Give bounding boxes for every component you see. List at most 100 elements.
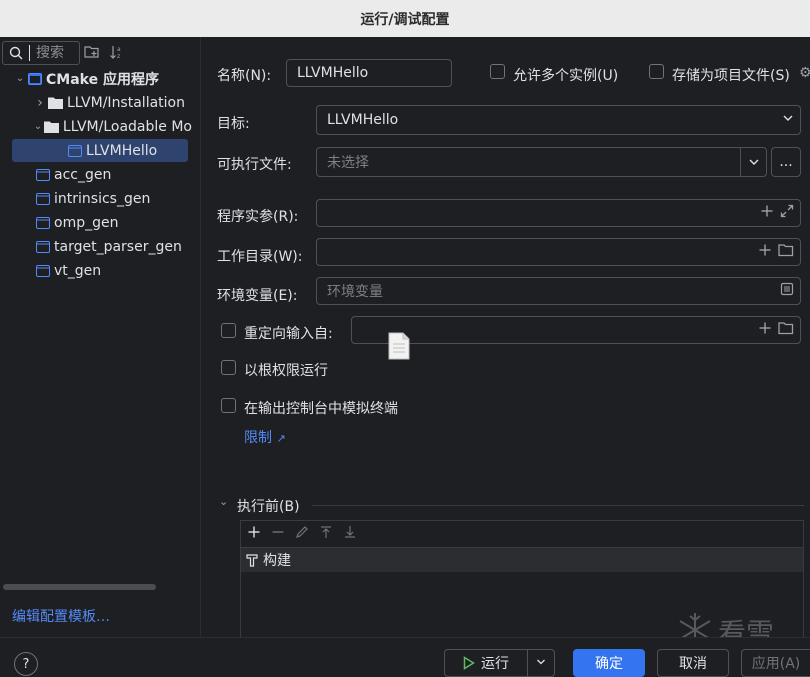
- browse-executable-button[interactable]: ...: [771, 147, 801, 177]
- config-sidebar: az ⌄ CMake 应用程序 › LLVM/Installation ⌄ LLVM/Lo…: [0, 37, 201, 637]
- tree-item-label: omp_gen: [54, 214, 119, 231]
- run-button[interactable]: 运行: [444, 649, 528, 677]
- play-icon: [463, 656, 475, 670]
- working-dir-label: 工作目录(W):: [217, 249, 303, 265]
- tree-item-label: LLVM/Loadable Mo: [62, 118, 192, 135]
- edit-icon[interactable]: [295, 525, 309, 543]
- folder-icon[interactable]: [778, 243, 794, 261]
- config-icon: [68, 144, 82, 157]
- executable-select[interactable]: 未选择: [316, 147, 767, 177]
- ok-button[interactable]: 确定: [573, 649, 645, 677]
- name-label: 名称(N):: [217, 68, 272, 84]
- add-icon[interactable]: [247, 525, 261, 543]
- help-button[interactable]: ?: [14, 652, 38, 676]
- svg-text:z: z: [117, 53, 120, 59]
- sidebar-horizontal-scrollbar[interactable]: [3, 584, 156, 590]
- tree-item-label: LLVM/Installation: [67, 94, 185, 111]
- sort-icon[interactable]: az: [108, 43, 126, 61]
- folder-icon[interactable]: [778, 321, 794, 339]
- env-edit-icon[interactable]: [780, 282, 794, 296]
- ok-label: 确定: [595, 656, 623, 672]
- tree-item-label: target_parser_gen: [54, 238, 182, 255]
- redirect-actions: [758, 321, 794, 339]
- collapse-chevron-icon[interactable]: ⌄: [219, 495, 228, 508]
- search-icon: [3, 46, 29, 60]
- cancel-button[interactable]: 取消: [657, 649, 729, 677]
- working-dir-actions: [758, 243, 794, 261]
- add-icon[interactable]: [758, 243, 772, 261]
- cancel-label: 取消: [679, 656, 707, 672]
- list-item[interactable]: 构建: [241, 548, 803, 572]
- config-icon: [36, 240, 50, 253]
- emulate-terminal-label: 在输出控制台中模拟终端: [244, 401, 398, 417]
- allow-multiple-label: 允许多个实例(U): [513, 68, 619, 84]
- tree-item-label: LLVMHello: [86, 142, 158, 159]
- section-divider: [312, 505, 804, 506]
- redirect-input-label: 重定向输入自:: [244, 326, 333, 342]
- edit-templates-link[interactable]: 编辑配置模板…: [12, 606, 110, 626]
- emulate-terminal-checkbox[interactable]: [221, 398, 236, 413]
- dialog-footer: ? 运行 确定 取消 应用(A): [0, 637, 810, 677]
- svg-text:a: a: [117, 46, 121, 53]
- target-label: 目标:: [217, 116, 250, 132]
- help-label: ?: [22, 656, 30, 672]
- search-input[interactable]: [29, 45, 77, 61]
- tree-item[interactable]: › LLVM/Installation: [12, 91, 192, 114]
- run-dropdown-button[interactable]: [527, 649, 555, 677]
- run-as-root-checkbox[interactable]: [221, 360, 236, 375]
- env-placeholder: 环境变量: [327, 284, 383, 300]
- add-icon[interactable]: [760, 204, 774, 222]
- window-title: 运行/调试配置: [360, 11, 450, 28]
- store-as-file-checkbox[interactable]: [649, 64, 664, 79]
- env-label: 环境变量(E):: [217, 288, 298, 304]
- tree-item[interactable]: ⌄ CMake 应用程序: [12, 67, 192, 90]
- chevron-down-icon: [536, 655, 546, 671]
- program-args-actions: [760, 204, 794, 222]
- move-up-icon[interactable]: [319, 525, 333, 543]
- tree-item[interactable]: vt_gen: [12, 259, 192, 282]
- allow-multiple-checkbox[interactable]: [490, 64, 505, 79]
- tree-item[interactable]: intrinsics_gen: [12, 187, 192, 210]
- chevron-down-icon: [782, 112, 794, 124]
- run-as-root-label: 以根权限运行: [244, 363, 328, 379]
- new-folder-icon[interactable]: [83, 43, 101, 61]
- cmake-config-icon: [28, 72, 42, 85]
- redirect-input-field[interactable]: [351, 316, 801, 344]
- config-icon: [36, 216, 50, 229]
- target-select-value: LLVMHello: [327, 112, 399, 128]
- program-args-label: 程序实参(R):: [217, 209, 299, 225]
- run-label: 运行: [481, 656, 509, 672]
- limit-link[interactable]: 限制 ↗: [244, 427, 286, 447]
- tree-item[interactable]: target_parser_gen: [12, 235, 192, 258]
- search-box[interactable]: [2, 41, 80, 65]
- chevron-down-icon[interactable]: ⌄: [12, 73, 28, 84]
- chevron-right-icon[interactable]: ›: [32, 95, 48, 111]
- name-input[interactable]: LLVMHello: [286, 59, 452, 87]
- tree-item-label: acc_gen: [54, 166, 112, 183]
- chevron-down-icon[interactable]: ⌄: [32, 121, 44, 132]
- apply-button[interactable]: 应用(A): [741, 649, 810, 677]
- tree-item[interactable]: LLVMHello: [12, 139, 188, 162]
- build-icon: [245, 553, 259, 567]
- add-icon[interactable]: [758, 321, 772, 339]
- tree-item-label: vt_gen: [54, 262, 102, 279]
- settings-icon[interactable]: ⚙: [799, 65, 810, 81]
- store-as-file-label: 存储为项目文件(S): [672, 68, 790, 84]
- before-launch-label: 执行前(B): [237, 499, 300, 515]
- tree-item[interactable]: omp_gen: [12, 211, 192, 234]
- move-down-icon[interactable]: [343, 525, 357, 543]
- target-select[interactable]: LLVMHello: [316, 105, 801, 135]
- remove-icon[interactable]: [271, 525, 285, 543]
- folder-icon: [43, 121, 59, 133]
- file-cursor-icon: [387, 332, 411, 364]
- expand-icon[interactable]: [780, 204, 794, 222]
- tree-item[interactable]: acc_gen: [12, 163, 192, 186]
- working-dir-input[interactable]: [316, 238, 801, 266]
- env-input[interactable]: 环境变量: [316, 277, 801, 305]
- redirect-input-checkbox[interactable]: [221, 323, 236, 338]
- chevron-down-icon[interactable]: [740, 148, 766, 176]
- tree-item[interactable]: ⌄ LLVM/Loadable Mo: [12, 115, 192, 138]
- program-args-input[interactable]: [316, 199, 801, 227]
- name-input-value: LLVMHello: [297, 65, 369, 81]
- config-icon: [36, 264, 50, 277]
